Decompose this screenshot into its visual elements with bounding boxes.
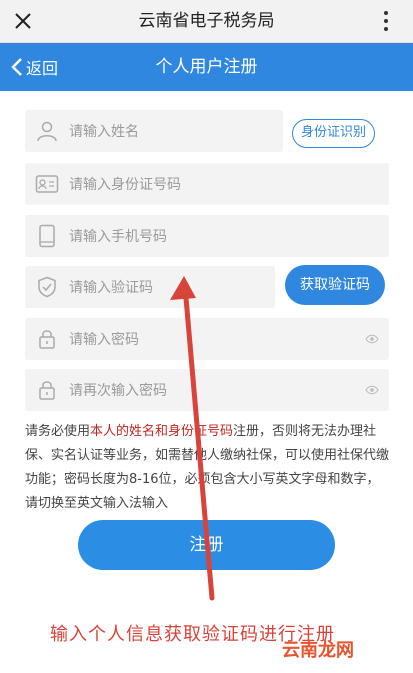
verification-code-field[interactable]: 请输入验证码 bbox=[25, 266, 275, 308]
eye-icon[interactable] bbox=[365, 333, 379, 345]
shield-icon bbox=[25, 266, 69, 308]
more-icon[interactable] bbox=[373, 8, 399, 34]
register-button[interactable]: 注册 bbox=[78, 520, 335, 570]
name-placeholder: 请输入姓名 bbox=[69, 124, 139, 140]
password-confirm-field[interactable]: 请再次输入密码 bbox=[25, 369, 389, 411]
phone-field[interactable]: 请输入手机号码 bbox=[25, 215, 389, 257]
back-label: 返回 bbox=[26, 59, 59, 78]
registration-notice: 请务必使用本人的姓名和身份证号码注册，否则将无法办理社保、实名认证等业务，如需替… bbox=[25, 420, 390, 516]
app-title: 云南省电子税务局 bbox=[138, 11, 275, 31]
user-icon bbox=[25, 110, 69, 152]
lock-icon bbox=[25, 318, 69, 360]
verification-code-placeholder: 请输入验证码 bbox=[69, 280, 153, 296]
top-bar: 云南省电子税务局 bbox=[0, 0, 413, 43]
notice-prefix: 请务必使用 bbox=[25, 424, 91, 439]
notice-highlight: 本人的姓名和身份证号码 bbox=[90, 424, 234, 439]
get-code-button[interactable]: 获取验证码 bbox=[285, 265, 385, 305]
id-number-placeholder: 请输入身份证号码 bbox=[69, 177, 181, 193]
phone-placeholder: 请输入手机号码 bbox=[69, 229, 167, 245]
eye-icon[interactable] bbox=[365, 384, 379, 396]
back-button[interactable]: 返回 bbox=[10, 43, 58, 91]
nav-bar: 返回 个人用户注册 bbox=[0, 43, 413, 91]
phone-icon bbox=[25, 215, 69, 257]
password-field[interactable]: 请输入密码 bbox=[25, 318, 389, 360]
password-placeholder: 请输入密码 bbox=[69, 332, 139, 348]
id-recognition-button[interactable]: 身份证识别 bbox=[292, 119, 375, 148]
lock-icon bbox=[25, 369, 69, 411]
password-confirm-placeholder: 请再次输入密码 bbox=[69, 383, 167, 399]
id-number-field[interactable]: 请输入身份证号码 bbox=[25, 163, 389, 205]
back-chevron-icon bbox=[11, 58, 22, 76]
page-title: 个人用户注册 bbox=[155, 57, 258, 77]
name-field[interactable]: 请输入姓名 bbox=[25, 110, 283, 152]
id-card-icon bbox=[25, 163, 69, 205]
watermark: 云南龙网 bbox=[282, 640, 354, 661]
close-icon[interactable] bbox=[8, 6, 38, 36]
